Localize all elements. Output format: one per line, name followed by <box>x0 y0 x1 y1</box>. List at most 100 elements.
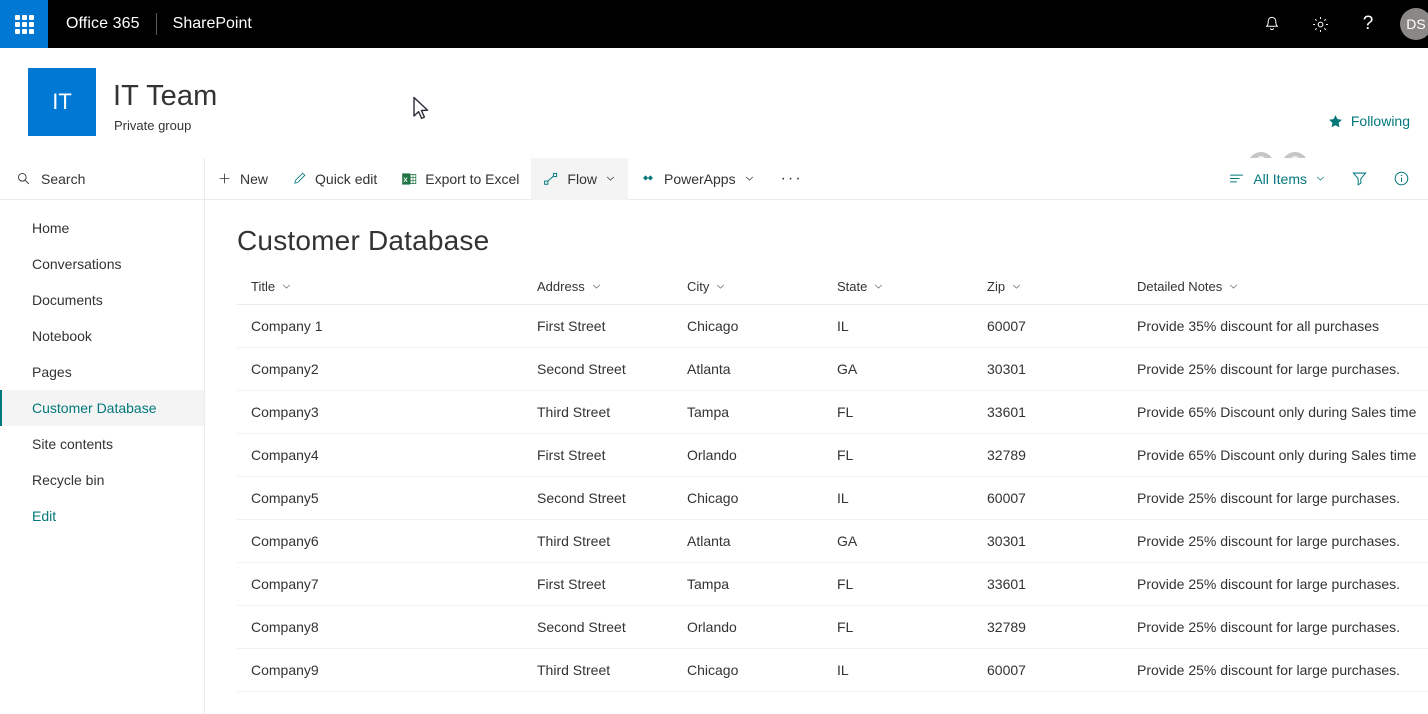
list-view-icon <box>1228 170 1245 187</box>
sidebar-item-edit[interactable]: Edit <box>0 498 204 534</box>
column-label: Zip <box>987 279 1005 294</box>
search-input[interactable]: Search <box>0 158 204 200</box>
flow-button[interactable]: Flow <box>531 158 628 200</box>
table-row[interactable]: Company7First StreetTampaFL33601Provide … <box>237 563 1428 606</box>
column-header-title[interactable]: Title <box>237 279 537 305</box>
user-avatar-button[interactable]: DS <box>1392 0 1428 48</box>
notifications-button[interactable] <box>1248 0 1296 48</box>
column-header-detailed-notes[interactable]: Detailed Notes <box>1137 279 1428 305</box>
cell-zip: 30301 <box>987 520 1137 563</box>
cell-city: Atlanta <box>687 520 837 563</box>
sidebar-item-site-contents[interactable]: Site contents <box>0 426 204 462</box>
table-row[interactable]: Company 1First StreetChicagoIL60007Provi… <box>237 305 1428 348</box>
sidebar-item-notebook[interactable]: Notebook <box>0 318 204 354</box>
customer-database-table: Title Address City State Zip Detailed No… <box>237 279 1428 692</box>
avatar: DS <box>1400 8 1428 40</box>
column-label: State <box>837 279 867 294</box>
table-row[interactable]: Company4First StreetOrlandoFL32789Provid… <box>237 434 1428 477</box>
list-view-container: Customer Database Title Address City Sta… <box>205 200 1428 714</box>
table-header-row: Title Address City State Zip Detailed No… <box>237 279 1428 305</box>
column-header-zip[interactable]: Zip <box>987 279 1137 305</box>
quick-edit-button[interactable]: Quick edit <box>280 158 389 200</box>
pencil-icon <box>292 171 307 186</box>
help-button[interactable]: ? <box>1344 0 1392 48</box>
chevron-down-icon <box>1228 281 1239 292</box>
svg-text:X: X <box>404 176 409 183</box>
cell-address: Second Street <box>537 606 687 649</box>
cell-city: Chicago <box>687 305 837 348</box>
site-title[interactable]: IT Team <box>113 80 217 113</box>
cell-state: IL <box>837 477 987 520</box>
info-icon <box>1393 170 1410 187</box>
office365-brand[interactable]: Office 365 <box>48 0 156 48</box>
cell-zip: 60007 <box>987 305 1137 348</box>
column-label: Title <box>251 279 275 294</box>
chevron-down-icon <box>591 281 602 292</box>
cell-zip: 30301 <box>987 348 1137 391</box>
cell-title: Company 1 <box>237 305 537 348</box>
sidebar-item-pages[interactable]: Pages <box>0 354 204 390</box>
cell-city: Tampa <box>687 563 837 606</box>
cell-address: Third Street <box>537 520 687 563</box>
page-title: Customer Database <box>205 200 1428 257</box>
view-selector-button[interactable]: All Items <box>1216 158 1338 200</box>
cell-title: Company6 <box>237 520 537 563</box>
sidebar-item-recycle-bin[interactable]: Recycle bin <box>0 462 204 498</box>
powerapps-button[interactable]: PowerApps <box>628 158 767 200</box>
table-row[interactable]: Company9Third StreetChicagoIL60007Provid… <box>237 649 1428 692</box>
export-to-excel-button[interactable]: X Export to Excel <box>389 158 531 200</box>
nav-label: Conversations <box>32 256 122 272</box>
search-icon <box>16 171 31 186</box>
cell-state: IL <box>837 649 987 692</box>
nav-label: Documents <box>32 292 103 308</box>
cell-zip: 32789 <box>987 606 1137 649</box>
table-row[interactable]: Company8Second StreetOrlandoFL32789Provi… <box>237 606 1428 649</box>
cell-title: Company8 <box>237 606 537 649</box>
column-header-state[interactable]: State <box>837 279 987 305</box>
sidebar-item-documents[interactable]: Documents <box>0 282 204 318</box>
cell-address: Second Street <box>537 348 687 391</box>
site-header: IT IT Team Private group Following 2 mem… <box>0 48 1428 158</box>
cell-city: Orlando <box>687 606 837 649</box>
details-info-button[interactable] <box>1380 158 1422 200</box>
cell-state: FL <box>837 391 987 434</box>
chevron-down-icon <box>605 173 616 184</box>
question-mark-icon: ? <box>1363 13 1374 35</box>
sharepoint-app-name[interactable]: SharePoint <box>157 0 268 48</box>
site-logo: IT <box>28 68 96 136</box>
cell-address: Second Street <box>537 477 687 520</box>
excel-icon: X <box>401 171 417 187</box>
more-commands-button[interactable]: ··· <box>767 170 817 188</box>
new-button[interactable]: New <box>205 158 280 200</box>
cell-notes: Provide 25% discount for large purchases… <box>1137 649 1428 692</box>
cell-city: Chicago <box>687 649 837 692</box>
column-header-city[interactable]: City <box>687 279 837 305</box>
sidebar-item-home[interactable]: Home <box>0 210 204 246</box>
table-row[interactable]: Company6Third StreetAtlantaGA30301Provid… <box>237 520 1428 563</box>
column-header-address[interactable]: Address <box>537 279 687 305</box>
cell-zip: 33601 <box>987 391 1137 434</box>
table-row[interactable]: Company3Third StreetTampaFL33601Provide … <box>237 391 1428 434</box>
command-bar: New Quick edit X Export to Excel Flow <box>205 158 1428 200</box>
cell-notes: Provide 35% discount for all purchases <box>1137 305 1428 348</box>
sidebar-item-customer-database[interactable]: Customer Database <box>0 390 204 426</box>
cell-address: First Street <box>537 305 687 348</box>
waffle-icon <box>15 15 34 34</box>
table-row[interactable]: Company5Second StreetChicagoIL60007Provi… <box>237 477 1428 520</box>
table-row[interactable]: Company2Second StreetAtlantaGA30301Provi… <box>237 348 1428 391</box>
cell-zip: 32789 <box>987 434 1137 477</box>
cell-address: Third Street <box>537 391 687 434</box>
following-button[interactable]: Following <box>1328 113 1410 129</box>
cell-address: First Street <box>537 434 687 477</box>
gear-icon <box>1311 15 1330 34</box>
star-icon <box>1328 114 1343 129</box>
cell-notes: Provide 25% discount for large purchases… <box>1137 477 1428 520</box>
filter-button[interactable] <box>1338 158 1380 200</box>
sidebar-item-conversations[interactable]: Conversations <box>0 246 204 282</box>
cell-notes: Provide 25% discount for large purchases… <box>1137 563 1428 606</box>
cell-notes: Provide 25% discount for large purchases… <box>1137 348 1428 391</box>
chevron-down-icon <box>281 281 292 292</box>
app-launcher-button[interactable] <box>0 0 48 48</box>
chevron-down-icon <box>1315 173 1326 184</box>
settings-button[interactable] <box>1296 0 1344 48</box>
